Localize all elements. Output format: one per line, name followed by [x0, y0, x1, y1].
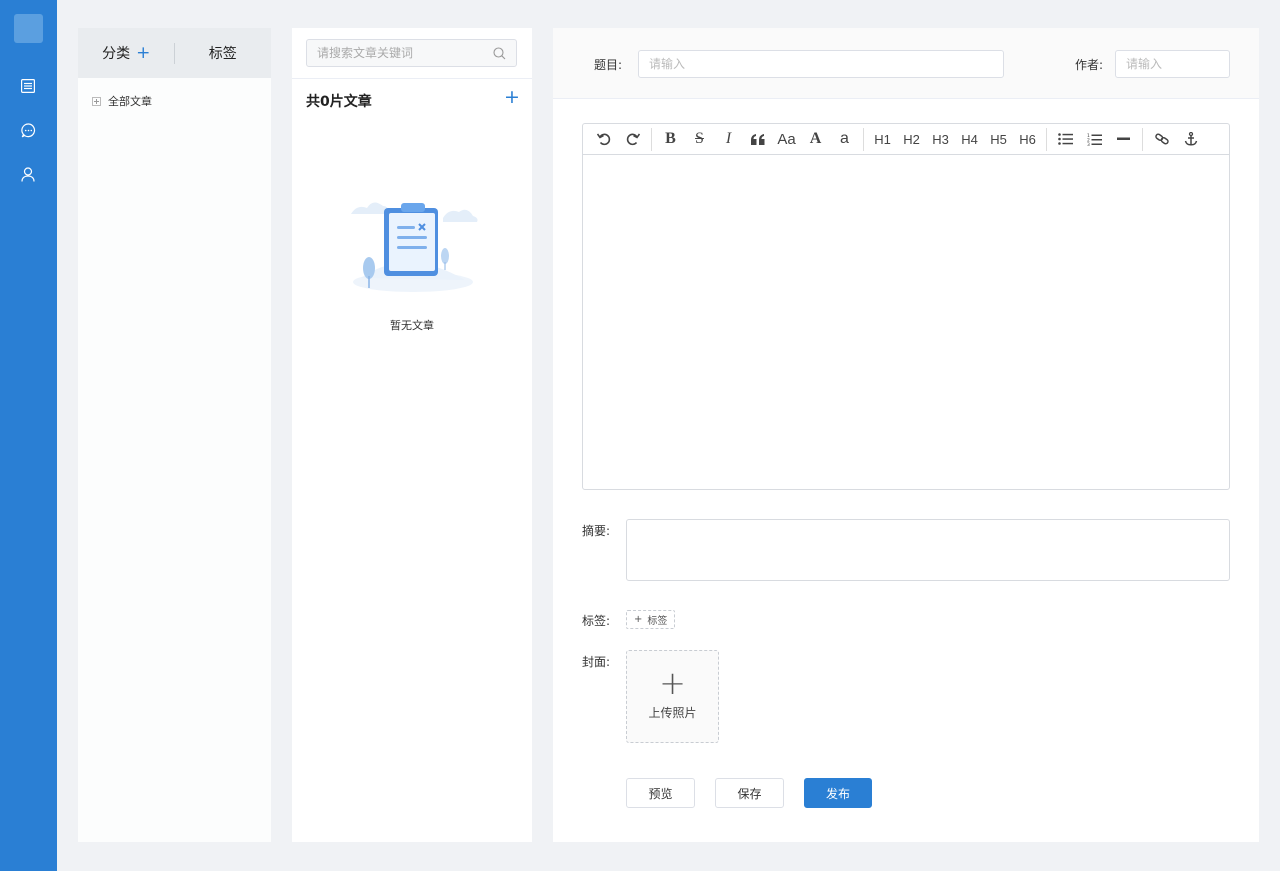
list-divider — [292, 78, 532, 79]
link-icon[interactable] — [1147, 124, 1176, 155]
article-count: 共0片文章 — [306, 94, 372, 110]
search-box — [306, 39, 517, 67]
ordered-list-icon[interactable]: 123 — [1080, 124, 1109, 155]
font-background-button[interactable]: a — [830, 124, 859, 155]
add-tag-button[interactable]: + 标签 — [626, 610, 676, 629]
rich-text-editor: B S I Aa A a H1 H2 H3 H4 H5 H6 123 — [582, 123, 1230, 490]
font-size-button[interactable]: Aa — [772, 124, 801, 155]
add-tag-label: 标签 — [647, 616, 668, 627]
author-label: 作者: — [1075, 58, 1104, 72]
publish-button[interactable]: 发布 — [804, 778, 872, 808]
toolbar-separator — [863, 127, 864, 151]
add-article-icon[interactable]: + — [504, 88, 520, 107]
tab-tags-label: 标签 — [208, 46, 237, 62]
tab-tags[interactable]: 标签 — [175, 43, 272, 63]
app-logo[interactable] — [14, 14, 43, 43]
quote-icon[interactable] — [743, 124, 772, 155]
empty-state-text: 暂无文章 — [390, 319, 434, 332]
horizontal-rule-icon[interactable] — [1109, 124, 1138, 155]
italic-button[interactable]: I — [714, 124, 743, 155]
add-category-icon[interactable]: + — [136, 44, 150, 62]
heading-4-button[interactable]: H4 — [955, 124, 984, 155]
heading-3-button[interactable]: H3 — [926, 124, 955, 155]
title-input[interactable] — [638, 50, 1004, 78]
editor-header: 题目: 作者: — [553, 28, 1259, 99]
cover-upload[interactable]: + 上传照片 — [626, 650, 719, 743]
user-icon[interactable] — [19, 165, 37, 183]
bold-button[interactable]: B — [656, 124, 685, 155]
save-button[interactable]: 保存 — [715, 778, 784, 808]
tab-divider — [174, 43, 175, 64]
tree-item-label: 全部文章 — [108, 95, 152, 108]
toolbar-separator — [651, 127, 652, 151]
plus-icon: + — [659, 664, 686, 702]
abstract-label: 摘要: — [582, 524, 611, 538]
heading-5-button[interactable]: H5 — [984, 124, 1013, 155]
undo-icon[interactable] — [589, 124, 618, 155]
expand-icon[interactable] — [92, 96, 101, 106]
title-label: 题目: — [594, 58, 623, 72]
toolbar-separator — [1046, 127, 1047, 151]
tree-item-all-articles[interactable]: 全部文章 — [78, 78, 271, 109]
upload-label: 上传照片 — [648, 706, 697, 720]
category-panel-header: 分类 + 标签 — [78, 28, 271, 78]
editor-panel: 题目: 作者: B S I Aa A a H1 H2 H3 H — [553, 28, 1259, 842]
strikethrough-button[interactable]: S — [685, 124, 714, 155]
plus-icon: + — [634, 614, 643, 625]
article-list-icon[interactable] — [19, 77, 37, 95]
left-rail — [0, 0, 57, 871]
editor-content-area[interactable] — [583, 155, 1229, 489]
search-input[interactable] — [317, 46, 493, 60]
article-list-panel: 共0片文章 + 暂无文章 — [292, 28, 532, 842]
heading-6-button[interactable]: H6 — [1013, 124, 1042, 155]
abstract-textarea[interactable] — [626, 519, 1230, 581]
unordered-list-icon[interactable] — [1051, 124, 1080, 155]
preview-button[interactable]: 预览 — [626, 778, 695, 808]
editor-toolbar: B S I Aa A a H1 H2 H3 H4 H5 H6 123 — [583, 124, 1229, 155]
empty-clipboard-icon — [351, 202, 478, 292]
anchor-icon[interactable] — [1176, 124, 1205, 155]
cover-label: 封面: — [582, 655, 611, 669]
toolbar-separator — [1142, 127, 1143, 151]
author-input[interactable] — [1115, 50, 1230, 78]
heading-1-button[interactable]: H1 — [868, 124, 897, 155]
tags-label: 标签: — [582, 614, 611, 628]
tab-category[interactable]: 分类 + — [78, 43, 175, 63]
search-icon[interactable] — [493, 46, 506, 60]
svg-text:3: 3 — [1087, 142, 1090, 146]
category-panel: 分类 + 标签 全部文章 — [78, 28, 271, 842]
comment-icon[interactable] — [19, 121, 37, 139]
font-color-button[interactable]: A — [801, 124, 830, 155]
heading-2-button[interactable]: H2 — [897, 124, 926, 155]
tab-category-label: 分类 — [102, 46, 131, 62]
redo-icon[interactable] — [618, 124, 647, 155]
